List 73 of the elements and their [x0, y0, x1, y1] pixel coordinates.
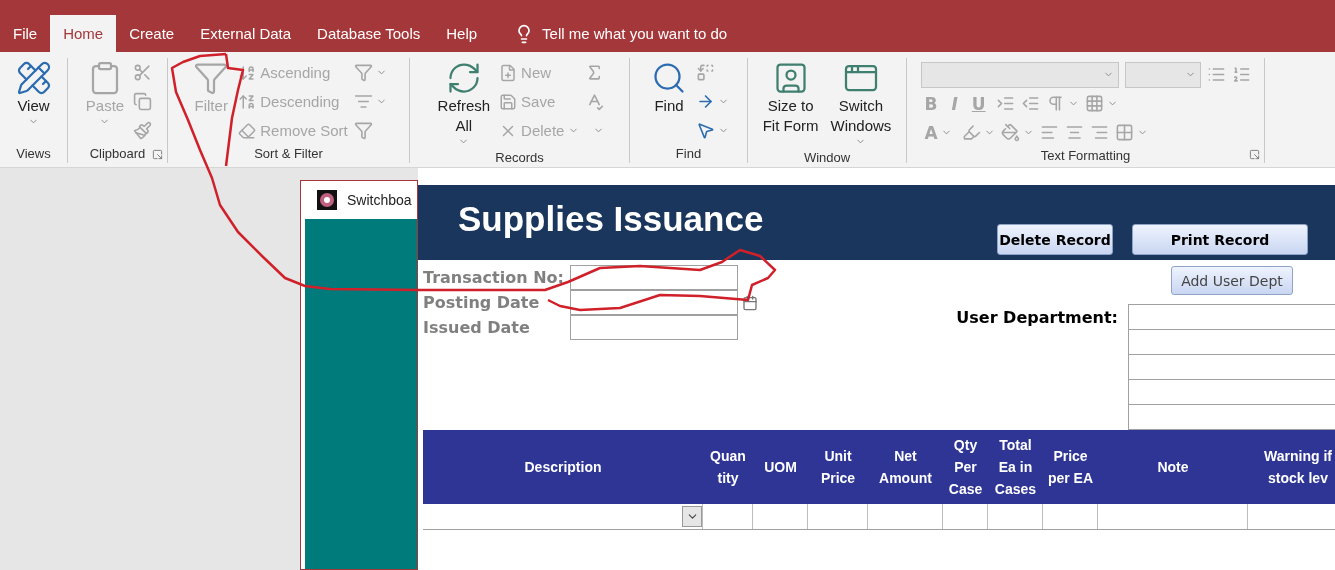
ribbon-icon — [1084, 94, 1104, 113]
input-field[interactable] — [570, 264, 738, 290]
ribbon-icon — [1039, 123, 1059, 142]
find-button[interactable]: Find — [648, 58, 690, 145]
ribbon-icon — [133, 121, 153, 140]
column-header: Total Ea in Cases — [993, 436, 1038, 499]
ribbon-icon — [1206, 65, 1226, 84]
ribbon-tab[interactable]: File — [0, 15, 51, 52]
add-user-dept-button[interactable]: Add User Dept — [1171, 266, 1293, 295]
ribbon-icon — [1064, 123, 1084, 142]
ribbon-icon — [133, 63, 153, 82]
ribbon-icon — [1020, 94, 1040, 113]
ribbon-tab[interactable]: Create — [116, 15, 188, 52]
column-header: Net Amount — [878, 447, 933, 488]
ribbon-icon — [353, 121, 373, 140]
group-label: Window — [803, 149, 851, 167]
field-label: User Department: — [956, 308, 1118, 327]
group-label: Records — [495, 149, 544, 167]
ribbon-icon — [1000, 123, 1020, 142]
ribbon-icon — [651, 60, 687, 96]
column-header: Description — [523, 458, 603, 477]
calendar-icon[interactable] — [742, 294, 758, 311]
launcher-icon[interactable] — [152, 149, 163, 160]
ribbon-icon — [133, 92, 153, 111]
header-button[interactable]: Print Record — [1132, 224, 1308, 255]
ribbon-icon — [961, 123, 981, 142]
input-field[interactable] — [570, 314, 738, 340]
ribbon-icon — [238, 92, 257, 111]
ribbon-icon — [499, 63, 518, 82]
crest-icon — [317, 190, 337, 210]
group-label: Find — [675, 145, 702, 163]
column-header: Quan tity — [709, 447, 747, 488]
form-title: Supplies Issuance — [457, 198, 764, 239]
dropdown-button[interactable] — [682, 506, 702, 527]
ribbon-icon — [353, 63, 373, 82]
header-button[interactable]: Delete Record — [997, 224, 1113, 255]
column-header: Qty Per Case — [947, 436, 984, 499]
group-label: Sort & Filter — [254, 145, 323, 163]
ribbon-tab[interactable]: Home — [50, 15, 117, 52]
ribbon-icon — [696, 63, 715, 82]
ribbon-icon — [193, 60, 230, 96]
window-title: Switchboa — [347, 192, 412, 208]
ribbon-icon — [238, 121, 257, 140]
ribbon-tab[interactable]: Database Tools — [304, 15, 434, 52]
column-header: Price per EA — [1046, 447, 1095, 488]
launcher-icon[interactable] — [1249, 149, 1260, 160]
column-header: Note — [1156, 458, 1190, 477]
table-row[interactable] — [423, 504, 1335, 530]
ribbon-icon — [995, 94, 1015, 113]
column-header: Unit Price — [819, 447, 857, 488]
ribbon-tab[interactable]: External Data — [187, 15, 305, 52]
ribbon-icon — [15, 60, 52, 96]
ribbon-icon — [696, 92, 715, 111]
ribbon-icon — [499, 92, 518, 111]
field-label: Posting Date — [423, 293, 541, 312]
ribbon-tab[interactable]: Help — [433, 15, 491, 52]
group-label: Clipboard — [89, 145, 146, 163]
field-label: Issued Date — [423, 318, 531, 337]
group-label: Views — [16, 145, 51, 163]
column-header: Warning if stock lev — [1263, 447, 1333, 488]
tell-me-search[interactable]: Tell me what you want to do — [542, 25, 728, 42]
ribbon-icon — [1231, 65, 1251, 84]
group-label: Text Formatting — [1040, 147, 1131, 165]
size-to-fit-form-button[interactable]: Size to Fit Form — [759, 58, 822, 149]
refresh-all-button[interactable]: Refresh All — [434, 58, 494, 149]
switch-windows-button[interactable]: Switch Windows — [827, 58, 895, 149]
ribbon-icon — [353, 92, 373, 111]
ribbon-icon — [1089, 123, 1109, 142]
ribbon-icon — [696, 121, 715, 140]
view-button[interactable]: View — [12, 58, 55, 145]
ribbon-icon — [1114, 123, 1134, 142]
column-header: UOM — [763, 458, 798, 477]
field-label: Transaction No: — [423, 268, 565, 287]
